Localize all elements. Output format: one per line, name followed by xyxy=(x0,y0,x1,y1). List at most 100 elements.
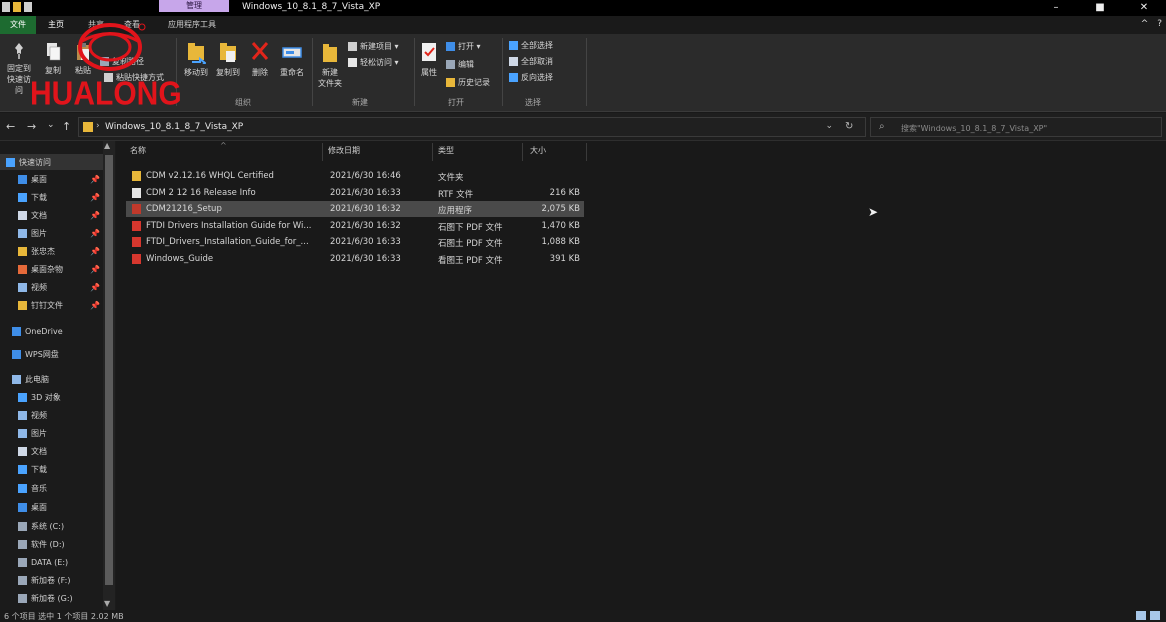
nav-item[interactable]: 图片 📌 xyxy=(0,225,104,241)
ribbon-controls: ^ ? xyxy=(1141,19,1162,29)
tab-file[interactable]: 文件 xyxy=(0,16,36,34)
collapse-ribbon-button[interactable]: ^ xyxy=(1141,19,1149,29)
copy-to-button[interactable]: 复制到 xyxy=(213,40,243,78)
forward-button[interactable]: → xyxy=(27,120,36,133)
nav-item[interactable]: 桌面 📌 xyxy=(0,171,104,187)
nav-item[interactable]: 张忠杰 📌 xyxy=(0,243,104,259)
up-button[interactable]: ↑ xyxy=(62,120,71,133)
file-list: 名称 ^ 修改日期 类型 大小 CDM v2.12.16 WHQL Certif… xyxy=(116,141,1166,610)
file-type: 应用程序 xyxy=(438,206,473,216)
nav-item-label: 文档 xyxy=(31,446,47,456)
nav-item[interactable]: 新加卷 (F:) xyxy=(0,572,104,588)
column-divider[interactable] xyxy=(522,143,523,161)
column-divider[interactable] xyxy=(586,143,587,161)
file-row[interactable]: CDM v2.12.16 WHQL Certified 2021/6/30 16:… xyxy=(126,168,584,184)
open-button[interactable]: 打开 ▾ xyxy=(446,41,481,52)
address-field[interactable]: › Windows_10_8.1_8_7_Vista_XP ⌄ xyxy=(78,117,866,137)
nav-item[interactable]: 图片 xyxy=(0,425,104,441)
file-row[interactable]: CDM 2 12 16 Release Info 2021/6/30 16:33 R… xyxy=(126,185,584,201)
nav-item[interactable]: 桌面杂物 📌 xyxy=(0,261,104,277)
large-icons-view-icon[interactable] xyxy=(1150,611,1160,620)
nav-item[interactable]: 视频 xyxy=(0,407,104,423)
edit-button[interactable]: 编辑 xyxy=(446,59,474,70)
column-header-size[interactable]: 大小 xyxy=(530,145,546,156)
column-divider[interactable] xyxy=(322,143,323,161)
new-item-button[interactable]: 新建项目 ▾ xyxy=(348,41,399,52)
file-row[interactable]: FTDI Drivers Installation Guide for Wi..… xyxy=(126,218,584,234)
pin-icon[interactable]: 📌 xyxy=(90,283,100,292)
pin-icon[interactable]: 📌 xyxy=(90,175,100,184)
nav-item[interactable]: 下载 📌 xyxy=(0,189,104,205)
pin-icon[interactable]: 📌 xyxy=(90,265,100,274)
column-header-name[interactable]: 名称 xyxy=(130,145,146,156)
nav-item[interactable]: 音乐 xyxy=(0,480,104,496)
nav-item-label: 视频 xyxy=(31,282,47,292)
new-folder-button[interactable]: 新建 文件夹 xyxy=(314,40,346,89)
select-all-button[interactable]: 全部选择 xyxy=(509,40,553,51)
file-row[interactable]: Windows_Guide 2021/6/30 16:33 看图王 PDF 文件 39… xyxy=(126,251,584,267)
pin-icon[interactable]: 📌 xyxy=(90,247,100,256)
nav-item[interactable]: 桌面 xyxy=(0,499,104,515)
nav-item[interactable]: 钉钉文件 📌 xyxy=(0,297,104,313)
quick-access-icon[interactable] xyxy=(2,2,10,12)
scroll-up-icon[interactable]: ▲ xyxy=(104,141,110,150)
path-chevron[interactable]: › xyxy=(96,121,100,131)
scroll-down-icon[interactable]: ▼ xyxy=(104,599,110,608)
file-row[interactable]: FTDI_Drivers_Installation_Guide_for_... 2… xyxy=(126,234,584,250)
search-field[interactable]: ⌕ 搜索"Windows_10_8.1_8_7_Vista_XP" xyxy=(870,117,1162,137)
nav-item[interactable]: DATA (E:) xyxy=(0,554,104,570)
pin-icon[interactable]: 📌 xyxy=(90,229,100,238)
nav-item[interactable]: 新加卷 (G:) xyxy=(0,590,104,606)
open-label: 打开 ▾ xyxy=(458,42,481,51)
navigation-scrollbar[interactable]: ▲ ▼ xyxy=(103,141,115,610)
scrollbar-thumb[interactable] xyxy=(105,155,113,585)
nav-item[interactable]: 此电脑 xyxy=(0,371,104,387)
history-button[interactable]: 历史记录 xyxy=(446,77,490,88)
recent-locations-button[interactable]: ⌄ xyxy=(47,120,55,130)
pin-icon[interactable]: 📌 xyxy=(90,211,100,220)
pin-icon[interactable]: 📌 xyxy=(90,301,100,310)
back-button[interactable]: ← xyxy=(6,120,15,133)
tab-home[interactable]: 主页 xyxy=(48,19,64,30)
move-to-button[interactable]: 移动到 xyxy=(181,40,211,78)
tab-application-tools[interactable]: 应用程序工具 xyxy=(168,19,216,30)
nav-item[interactable]: 文档 xyxy=(0,443,104,459)
copy-button[interactable]: 复制 xyxy=(40,42,66,76)
nav-item[interactable]: OneDrive xyxy=(0,323,104,339)
refresh-button[interactable]: ↻ xyxy=(845,121,853,132)
nav-item[interactable]: 3D 对象 xyxy=(0,389,104,405)
nav-item[interactable]: 下载 xyxy=(0,461,104,477)
properties-button[interactable]: 属性 xyxy=(416,40,442,78)
help-button[interactable]: ? xyxy=(1157,19,1162,29)
column-header-date[interactable]: 修改日期 xyxy=(328,145,360,156)
pin-icon[interactable]: 📌 xyxy=(90,193,100,202)
nav-item-label: OneDrive xyxy=(25,326,63,336)
details-view-icon[interactable] xyxy=(1136,611,1146,620)
nav-item[interactable]: 视频 📌 xyxy=(0,279,104,295)
maximize-button[interactable]: ■ xyxy=(1078,0,1122,16)
address-path[interactable]: Windows_10_8.1_8_7_Vista_XP xyxy=(105,122,243,132)
file-type: 石图下 PDF 文件 xyxy=(438,222,503,233)
delete-button[interactable]: 删除 xyxy=(247,40,273,78)
column-divider[interactable] xyxy=(432,143,433,161)
column-header-type[interactable]: 类型 xyxy=(438,145,454,156)
context-tab-group-label: 管理 xyxy=(159,0,229,12)
invert-selection-button[interactable]: 反向选择 xyxy=(509,72,553,83)
file-name: CDM v2.12.16 WHQL Certified xyxy=(146,171,274,181)
folder-icon[interactable] xyxy=(13,2,21,12)
easy-access-button[interactable]: 轻松访问 ▾ xyxy=(348,57,399,68)
nav-item[interactable]: WPS网盘 xyxy=(0,346,104,362)
select-none-button[interactable]: 全部取消 xyxy=(509,56,553,67)
nav-item[interactable]: 系统 (C:) xyxy=(0,518,104,534)
nav-item-icon xyxy=(18,264,27,274)
nav-item[interactable]: 快速访问 xyxy=(0,154,104,170)
properties-icon[interactable] xyxy=(24,2,32,12)
minimize-button[interactable]: – xyxy=(1034,0,1078,16)
delete-icon xyxy=(251,42,269,60)
nav-item[interactable]: 文档 📌 xyxy=(0,207,104,223)
address-dropdown-button[interactable]: ⌄ xyxy=(825,121,833,131)
rename-button[interactable]: 重命名 xyxy=(276,40,308,78)
nav-item[interactable]: 软件 (D:) xyxy=(0,536,104,552)
close-button[interactable]: ✕ xyxy=(1122,0,1166,16)
file-row[interactable]: CDM21216_Setup 2021/6/30 16:32 应用程序 2,075 K… xyxy=(126,201,584,217)
